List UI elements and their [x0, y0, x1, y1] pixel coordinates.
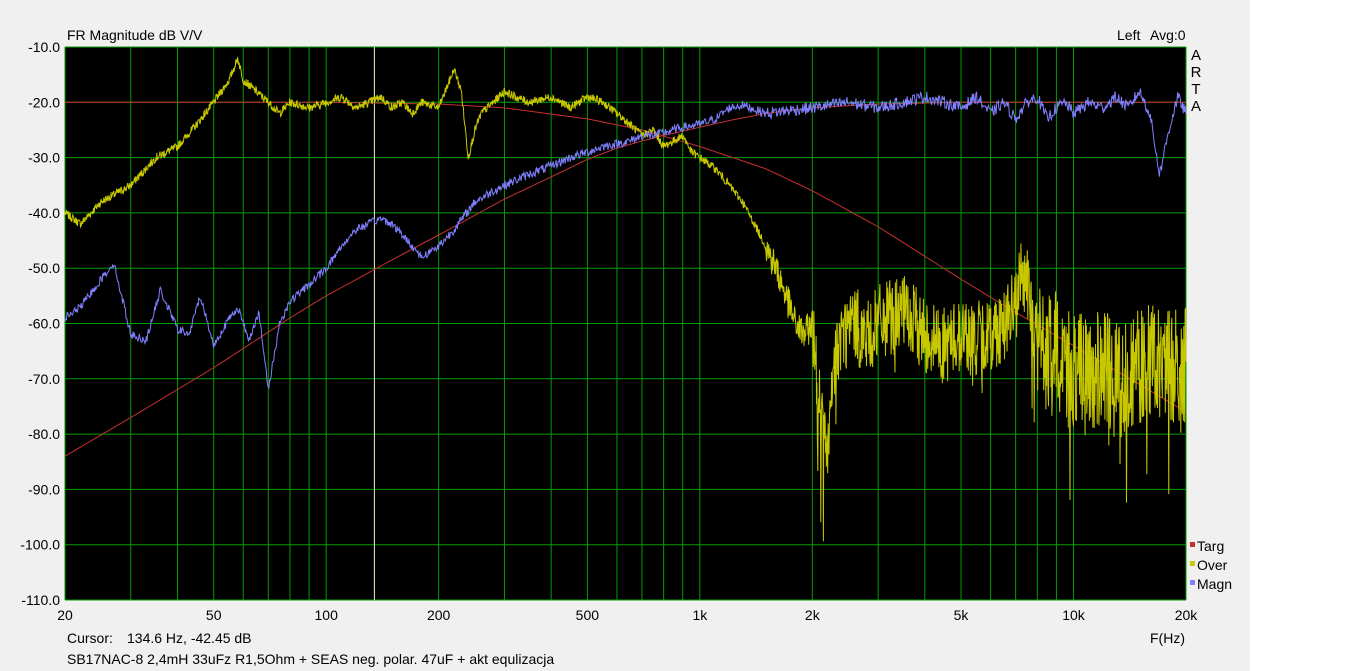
y-tick-label: -50.0	[28, 260, 60, 276]
legend: Targ Over Magn	[1190, 538, 1232, 592]
x-tick-label: 100	[315, 607, 339, 623]
y-tick-label: -40.0	[28, 205, 60, 221]
y-tick-label: -60.0	[28, 316, 60, 332]
cursor-label: Cursor:	[67, 630, 113, 646]
legend-swatch	[1190, 561, 1195, 566]
chart-title: FR Magnitude dB V/V	[67, 27, 203, 43]
x-tick-label: 5k	[954, 607, 970, 623]
brand-letter: R	[1190, 64, 1202, 81]
fr-magnitude-chart[interactable]: -10.0 -20.0 -30.0 -40.0 -50.0 -60.0 -70.0 -80.0…	[0, 0, 1250, 671]
avg-label: Avg:0	[1150, 27, 1186, 43]
brand-letter: A	[1190, 98, 1201, 115]
y-tick-label: -80.0	[28, 426, 60, 442]
x-tick-label: 2k	[805, 607, 821, 623]
x-axis-unit-label: F(Hz)	[1150, 630, 1185, 646]
legend-swatch	[1190, 542, 1195, 547]
legend-label: Magn	[1197, 576, 1232, 592]
brand-letter: A	[1190, 47, 1201, 64]
y-tick-label: -70.0	[28, 371, 60, 387]
brand-letter: T	[1191, 81, 1201, 98]
arta-brand: A R T A	[1189, 47, 1203, 115]
channel-label: Left	[1117, 27, 1141, 43]
y-tick-label: -10.0	[28, 39, 60, 55]
x-tick-label: 500	[576, 607, 600, 623]
legend-label: Targ	[1197, 538, 1224, 554]
y-tick-label: -100.0	[20, 537, 60, 553]
y-tick-label: -90.0	[28, 481, 60, 497]
y-tick-label: -20.0	[28, 94, 60, 110]
x-tick-label: 1k	[692, 607, 708, 623]
y-tick-label: -110.0	[21, 592, 60, 608]
x-tick-label: 20k	[1175, 607, 1199, 623]
x-tick-label: 200	[427, 607, 451, 623]
legend-label: Over	[1197, 557, 1228, 573]
cursor-readout: 134.6 Hz, -42.45 dB	[127, 630, 252, 646]
measurement-description: SB17NAC-8 2,4mH 33uFz R1,5Ohm + SEAS neg…	[67, 651, 555, 667]
x-tick-label: 10k	[1062, 607, 1086, 623]
legend-swatch	[1190, 580, 1195, 585]
y-tick-label: -30.0	[28, 150, 60, 166]
x-tick-label: 50	[206, 607, 222, 623]
x-tick-label: 20	[57, 607, 73, 623]
